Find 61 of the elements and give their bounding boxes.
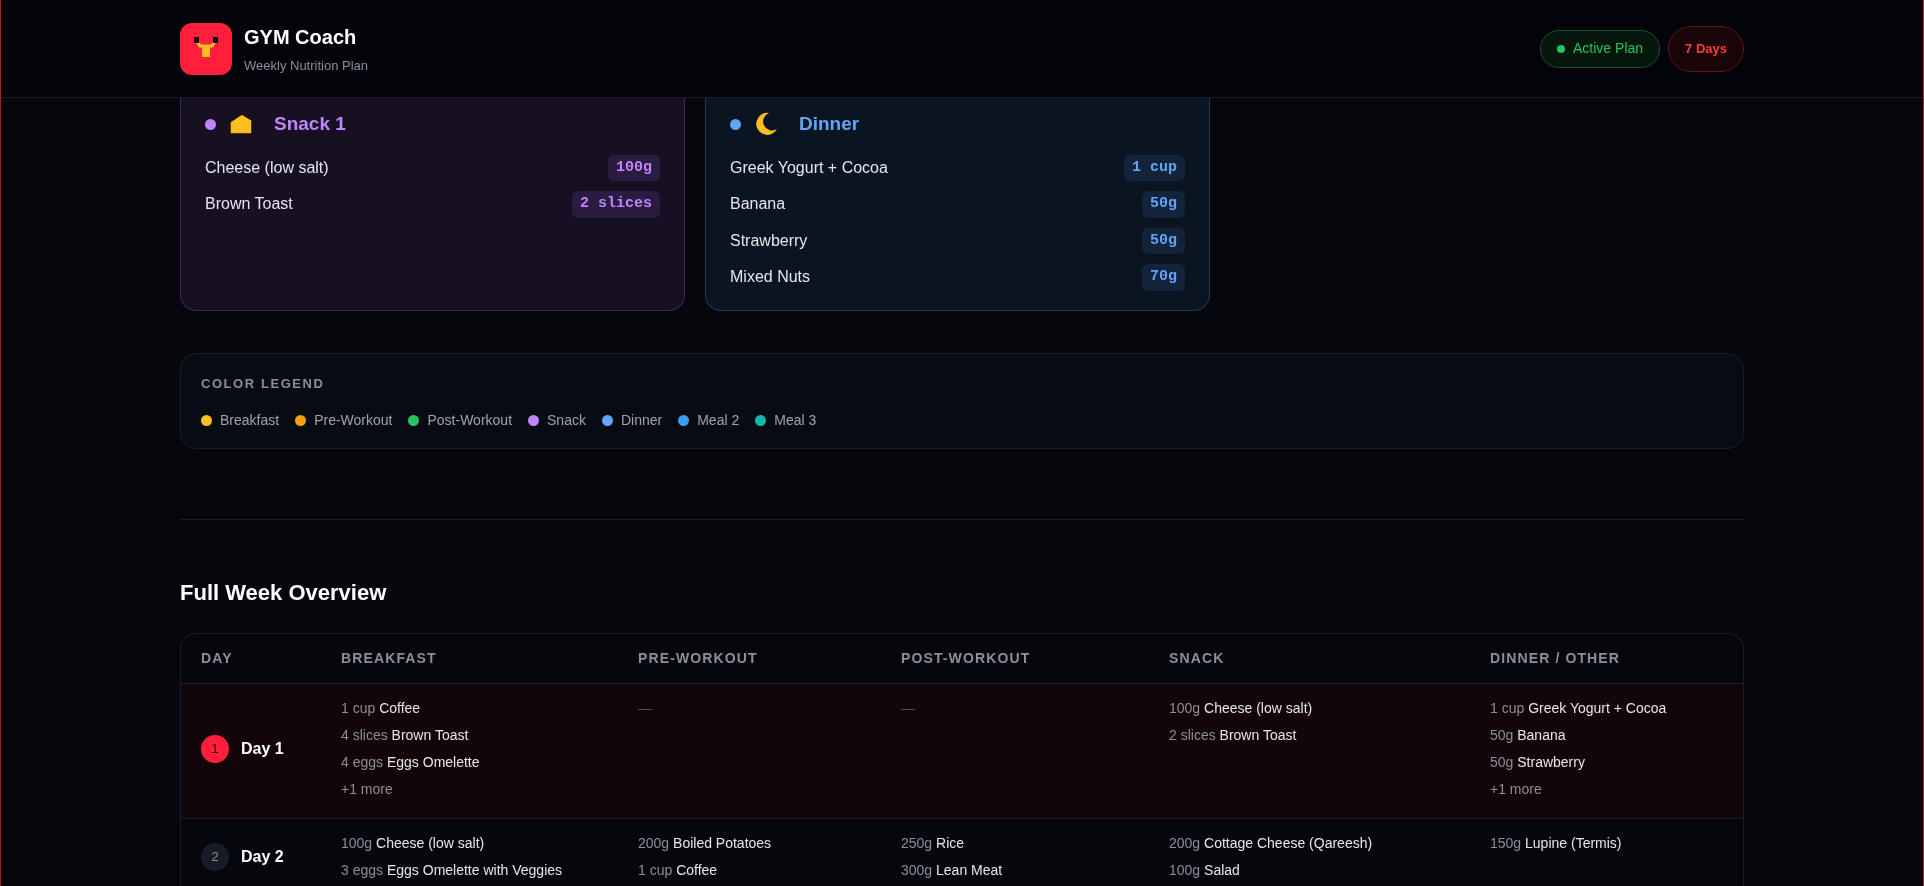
legend-label: Dinner	[620, 410, 663, 430]
day-label: Day 1	[241, 739, 284, 759]
food-name: Cheese (low salt)	[205, 157, 329, 178]
amount-chip: 1 cup	[1124, 154, 1185, 181]
meal-entry: 300g Lean Meat	[901, 861, 1004, 880]
meal-entry: 2 slices Brown Toast	[1169, 726, 1298, 745]
more-link[interactable]: +1 more	[341, 779, 638, 800]
meal-entry: 4 slices Brown Toast	[341, 726, 470, 745]
status-badge: Active Plan	[1540, 29, 1661, 68]
legend-label: Meal 2	[697, 410, 740, 430]
meal-entry: 100g Cheese (low salt)	[1169, 699, 1314, 718]
food-name: Banana	[730, 194, 786, 215]
amount-chip: 2 slices	[572, 191, 660, 218]
column-header: DAY	[201, 649, 234, 668]
meal-entry: 200g Boiled Potatoes	[638, 834, 773, 853]
legend-label: Snack	[547, 410, 586, 430]
app-subtitle: Weekly Nutrition Plan	[244, 56, 369, 75]
food-name: Greek Yogurt + Cocoa	[730, 157, 888, 178]
column-header: POST-WORKOUT	[901, 649, 1032, 668]
crescent-moon-icon	[753, 111, 779, 138]
legend-label: Pre-Workout	[314, 410, 393, 430]
meal-entry: 50g Strawberry	[1490, 753, 1586, 772]
meal-entry: 50g Banana	[1490, 726, 1567, 745]
food-name: Brown Toast	[205, 194, 293, 215]
empty-cell-text: —	[638, 699, 653, 718]
column-header: BREAKFAST	[341, 649, 438, 668]
food-name: Strawberry	[730, 230, 808, 251]
amount-chip: 100g	[608, 154, 660, 181]
meal-entry: 1 cup Coffee	[638, 861, 719, 880]
legend-title: COLOR LEGEND	[201, 375, 326, 393]
cheese-icon	[228, 112, 254, 137]
meal-title: Snack 1	[274, 112, 346, 136]
empty-cell-text: —	[901, 699, 916, 718]
day-label: Day 2	[241, 847, 284, 867]
legend-label: Breakfast	[220, 410, 280, 430]
column-header: DINNER / OTHER	[1490, 649, 1622, 668]
meal-entry: 100g Cheese (low salt)	[341, 834, 486, 853]
meal-entry: 200g Cottage Cheese (Qareesh)	[1169, 834, 1374, 853]
meal-entry: 150g Lupine (Termis)	[1490, 834, 1623, 853]
meal-entry: 4 eggs Eggs Omelette	[341, 753, 481, 772]
meal-entry: 1 cup Greek Yogurt + Cocoa	[1490, 699, 1668, 718]
app-title: GYM Coach	[244, 24, 358, 50]
meal-entry: 250g Rice	[901, 834, 966, 853]
meal-title: Dinner	[799, 112, 860, 136]
legend-label: Post-Workout	[427, 410, 512, 430]
amount-chip: 50g	[1142, 227, 1185, 254]
meal-entry: 3 eggs Eggs Omelette with Veggies	[341, 861, 564, 880]
section-title: Full Week Overview	[180, 579, 388, 607]
day-number-badge: 2	[201, 843, 229, 871]
meal-entry: 100g Salad	[1169, 861, 1241, 880]
column-header: SNACK	[1169, 649, 1226, 668]
amount-chip: 70g	[1142, 264, 1185, 291]
column-header: PRE-WORKOUT	[638, 649, 759, 668]
amount-chip: 50g	[1142, 191, 1185, 218]
food-name: Mixed Nuts	[730, 267, 811, 288]
meal-entry: 1 cup Coffee	[341, 699, 422, 718]
day-number-badge: 1	[201, 735, 229, 763]
table-row[interactable]: 1 Day 1 1 cup Coffee 4 slices Brown Toast 4 eggs Eggs Omelette +1 more — — 100g Cheese (low salt) 2 slices Brown Toast 1 cup Greek Yogurt + Cocoa 50g Banana 50g Strawberry +1 more	[181, 684, 1743, 819]
legend-label: Meal 3	[774, 410, 817, 430]
days-badge: 7 Days	[1668, 25, 1744, 72]
more-link[interactable]: +1 more	[1490, 779, 1723, 800]
